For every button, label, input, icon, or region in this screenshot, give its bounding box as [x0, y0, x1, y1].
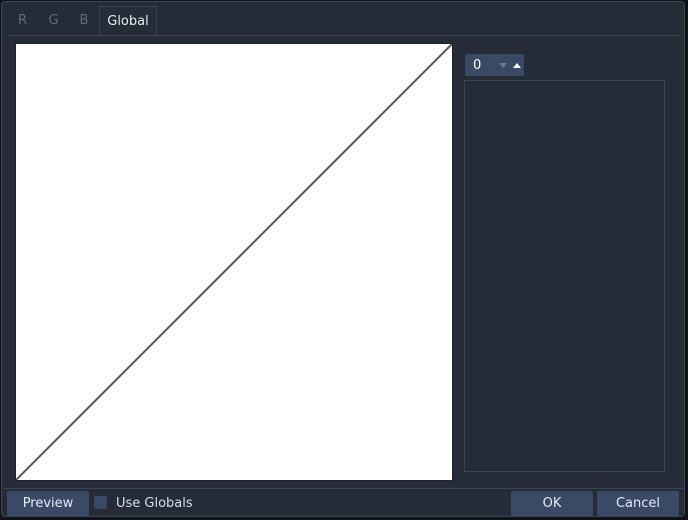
use-globals-checkbox[interactable]: [94, 496, 107, 509]
tab-r[interactable]: R: [7, 6, 38, 35]
curve-editor-window: R G B Global 0: [1, 1, 685, 517]
curve-graph: [16, 44, 452, 480]
down-arrow-icon[interactable]: [497, 58, 511, 72]
cancel-button[interactable]: Cancel: [597, 491, 679, 516]
curve-canvas[interactable]: [15, 43, 453, 481]
footer-divider: [3, 488, 685, 489]
channel-tabs: R G B Global: [7, 6, 157, 36]
curve-line[interactable]: [16, 44, 452, 480]
points-list-panel[interactable]: [464, 80, 665, 472]
tab-g[interactable]: G: [38, 6, 69, 35]
tab-divider: [8, 35, 681, 36]
point-index-spinner[interactable]: 0: [465, 54, 524, 76]
use-globals-label: Use Globals: [116, 496, 193, 511]
tab-b[interactable]: B: [69, 6, 99, 35]
ok-button[interactable]: OK: [511, 491, 593, 516]
up-arrow-icon[interactable]: [510, 58, 524, 72]
preview-button[interactable]: Preview: [7, 491, 89, 516]
tab-global[interactable]: Global: [99, 6, 157, 36]
point-index-value[interactable]: 0: [465, 58, 497, 73]
